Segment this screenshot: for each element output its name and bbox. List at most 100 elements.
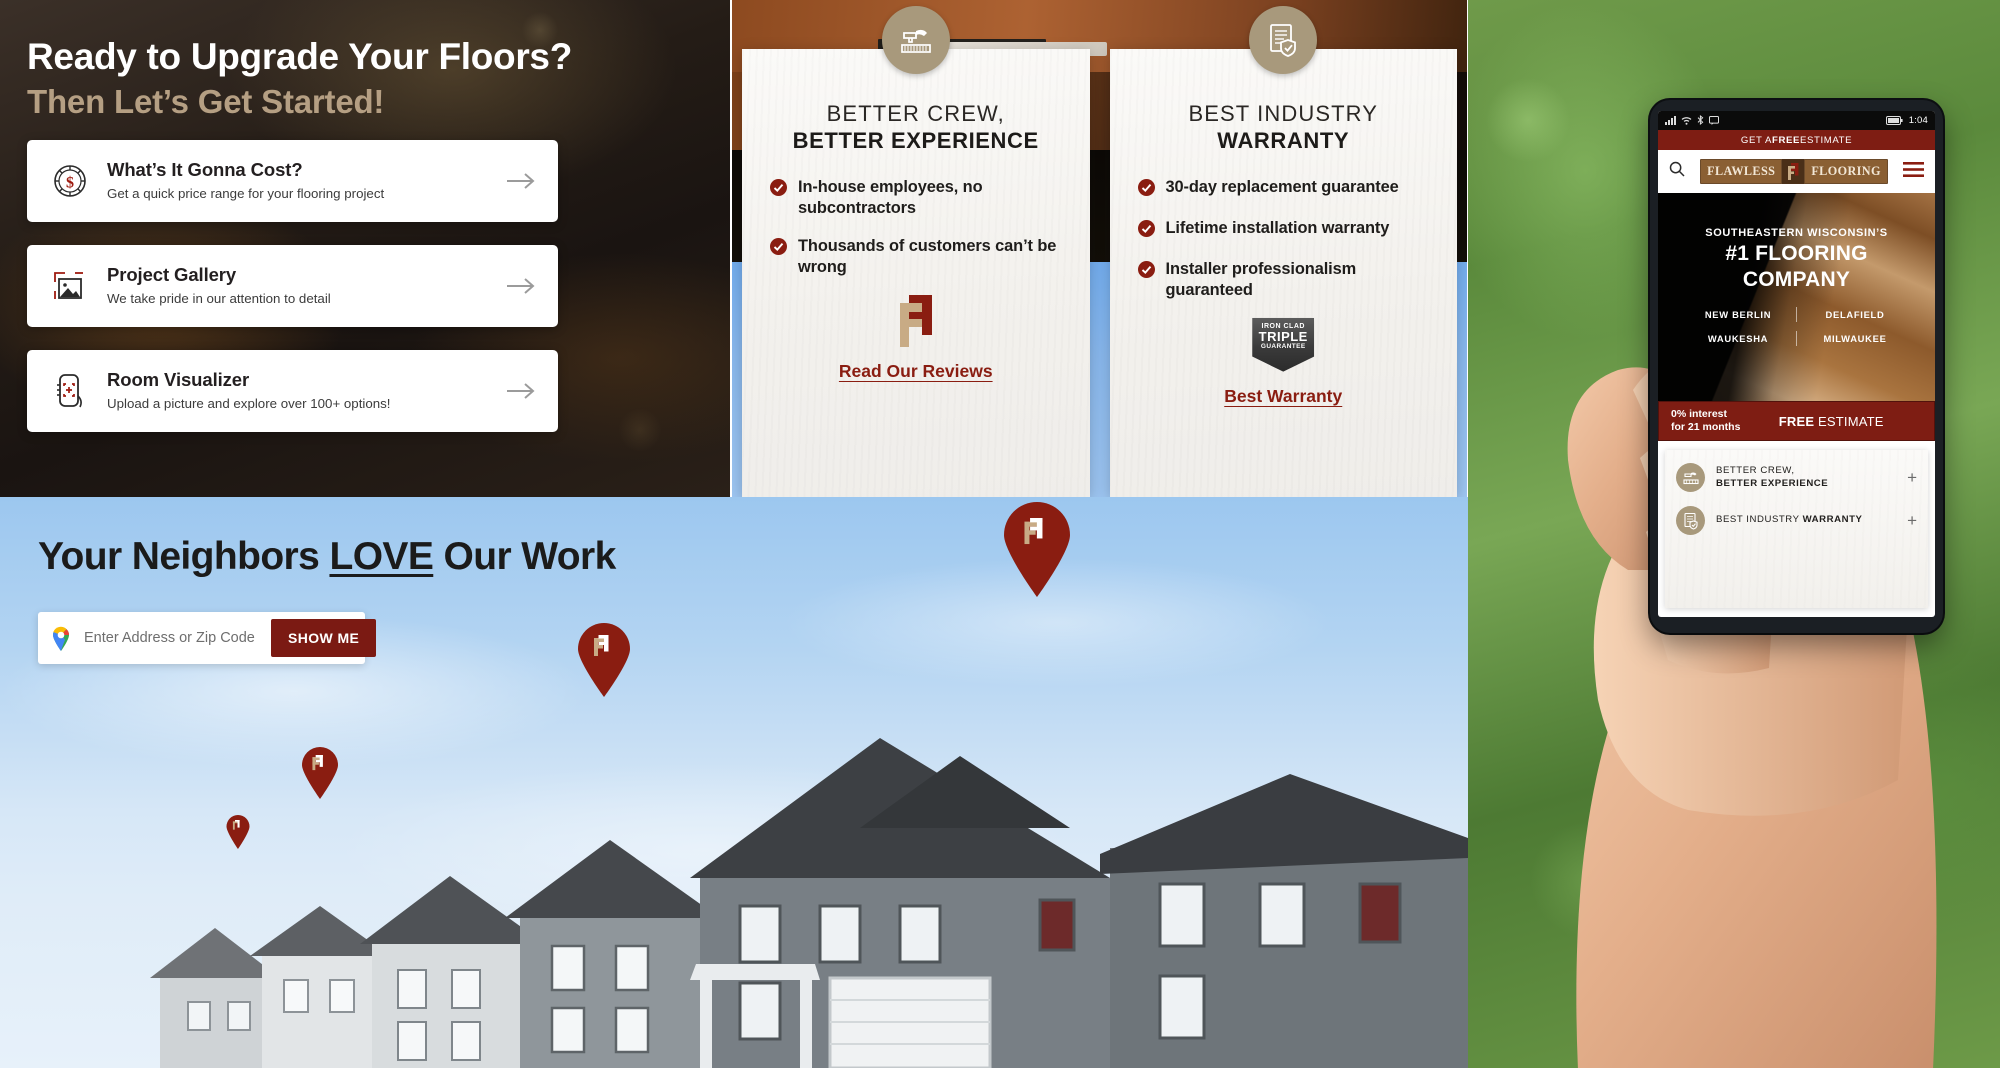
status-bar-right: 1:04 bbox=[1885, 112, 1928, 130]
feature-bullet-text: 30-day replacement guarantee bbox=[1165, 177, 1399, 196]
expand-plus-icon[interactable]: + bbox=[1903, 469, 1917, 486]
map-pin-marker[interactable] bbox=[575, 623, 633, 702]
check-circle-icon bbox=[770, 178, 789, 201]
phone-mockup-panel: 1:04 GET A FREE ESTIMATE FLAWLESS FLOORI… bbox=[1468, 0, 2000, 1068]
feature-heading-bold: BETTER EXPERIENCE bbox=[792, 127, 1039, 153]
accordion-line-1: BEST INDUSTRY bbox=[1716, 514, 1803, 526]
cta-card-gallery[interactable]: Project Gallery We take pride in our att… bbox=[27, 245, 558, 327]
feature-bullet: In-house employees, no subcontractors bbox=[770, 177, 1076, 219]
hero-title-line-2: COMPANY bbox=[1742, 267, 1851, 291]
accordion-line-2: BETTER EXPERIENCE bbox=[1716, 477, 1829, 489]
expand-plus-icon[interactable]: + bbox=[1903, 512, 1917, 529]
accordion-item-better-crew[interactable]: BETTER CREW, BETTER EXPERIENCE + bbox=[1665, 456, 1928, 499]
arrow-right-icon[interactable] bbox=[502, 382, 536, 400]
logo-text-right: FLOORING bbox=[1811, 164, 1881, 178]
wifi-icon bbox=[1681, 112, 1692, 130]
iron-clad-triple-guarantee-badge: IRON CLAD TRIPLE GUARANTEE bbox=[1124, 317, 1444, 372]
badge-line-3: GUARANTEE bbox=[1260, 343, 1306, 351]
title-underlined: LOVE bbox=[329, 535, 434, 578]
cta-card-cost[interactable]: $ What’s It Gonna Cost? Get a quick pric… bbox=[27, 140, 558, 222]
map-pin-marker[interactable] bbox=[300, 747, 340, 804]
hammer-flooring-icon bbox=[881, 6, 950, 74]
flawless-flooring-f-logo bbox=[756, 294, 1076, 347]
financing-promo-bar[interactable]: 0% interest for 21 months FREE ESTIMATE bbox=[1658, 401, 1935, 441]
feature-bullet: Installer professionalism guaranteed bbox=[1137, 259, 1444, 301]
promo-left-text: 0% interest for 21 months bbox=[1671, 408, 1740, 433]
feature-bullet: 30-day replacement guarantee bbox=[1137, 177, 1444, 201]
feature-bullet-list: In-house employees, no subcontractors Th… bbox=[756, 177, 1076, 278]
city-label: DELAFIELD bbox=[1825, 309, 1885, 321]
phone-hero-section: SOUTHEASTERN WISCONSIN’S #1 FLOORING COM… bbox=[1658, 193, 1935, 401]
accordion-label: BETTER CREW, BETTER EXPERIENCE bbox=[1705, 465, 1903, 490]
feature-heading-bold: WARRANTY bbox=[1217, 127, 1350, 153]
search-input[interactable] bbox=[74, 630, 271, 646]
cta-title: What’s It Gonna Cost? bbox=[107, 159, 303, 181]
cta-subtitle: We take pride in our attention to detail bbox=[107, 291, 331, 307]
certificate-shield-icon bbox=[1249, 6, 1318, 74]
feature-bullet-text: Thousands of customers can’t be wrong bbox=[798, 236, 1057, 276]
title-after: Our Work bbox=[433, 535, 617, 578]
phone-device: 1:04 GET A FREE ESTIMATE FLAWLESS FLOORI… bbox=[1650, 100, 1943, 633]
accordion-label: BEST INDUSTRY WARRANTY bbox=[1705, 514, 1903, 527]
service-cities-list: NEW BERLIN DELAFIELD WAUKESHA MILWAUKEE bbox=[1658, 307, 1935, 347]
free-estimate-prefix: GET A bbox=[1740, 134, 1773, 146]
phone-accordion: BETTER CREW, BETTER EXPERIENCE + BEST IN… bbox=[1665, 450, 1928, 608]
feature-card-better-crew: BETTER CREW, BETTER EXPERIENCE In-house … bbox=[742, 6, 1090, 497]
battery-icon bbox=[1885, 112, 1903, 130]
promo-line-2: for 21 months bbox=[1671, 421, 1741, 433]
read-our-reviews-link[interactable]: Read Our Reviews bbox=[839, 361, 993, 382]
ff-monogram-icon bbox=[1781, 159, 1806, 184]
arrow-right-icon[interactable] bbox=[502, 172, 536, 190]
status-bar-time: 1:04 bbox=[1908, 115, 1928, 126]
check-circle-icon bbox=[1137, 219, 1157, 242]
message-icon bbox=[1709, 112, 1719, 130]
upgrade-floors-panel: Ready to Upgrade Your Floors? Then Let’s… bbox=[0, 0, 730, 497]
hero-title-line-1: #1 FLOORING bbox=[1725, 242, 1868, 266]
headline-line-2: Then Let’s Get Started! bbox=[27, 83, 385, 121]
map-pin-marker[interactable] bbox=[225, 815, 251, 854]
cta-card-list: $ What’s It Gonna Cost? Get a quick pric… bbox=[27, 140, 558, 455]
cta-card-visualizer[interactable]: Room Visualizer Upload a picture and exp… bbox=[27, 350, 558, 432]
feature-heading-light: BETTER CREW, bbox=[826, 101, 1005, 126]
status-bar: 1:04 bbox=[1658, 111, 1935, 130]
badge-line-2: TRIPLE bbox=[1258, 328, 1308, 344]
show-me-button[interactable]: SHOW ME bbox=[271, 619, 377, 657]
signal-icon bbox=[1665, 112, 1676, 130]
status-bar-left-icons bbox=[1665, 112, 1719, 130]
map-pin-marker[interactable] bbox=[1000, 502, 1074, 602]
title-before: Your Neighbors bbox=[38, 535, 330, 578]
cta-text-block: Room Visualizer Upload a picture and exp… bbox=[93, 369, 502, 413]
hero-subtitle: SOUTHEASTERN WISCONSIN’S bbox=[1705, 227, 1888, 239]
check-circle-icon bbox=[1137, 260, 1157, 283]
search-icon[interactable] bbox=[1669, 161, 1685, 182]
feature-bullet-list: 30-day replacement guarantee Lifetime in… bbox=[1124, 177, 1444, 301]
city-label: MILWAUKEE bbox=[1823, 333, 1887, 345]
google-maps-pin-icon bbox=[50, 625, 74, 651]
accordion-item-best-warranty[interactable]: BEST INDUSTRY WARRANTY + bbox=[1665, 499, 1928, 542]
feature-card-row: BETTER CREW, BETTER EXPERIENCE In-house … bbox=[732, 0, 1467, 497]
free-estimate-suffix: ESTIMATE bbox=[1800, 134, 1853, 146]
city-label: NEW BERLIN bbox=[1704, 309, 1772, 321]
flawless-flooring-logo[interactable]: FLAWLESS FLOORING bbox=[1700, 159, 1888, 184]
get-free-estimate-bar[interactable]: GET A FREE ESTIMATE bbox=[1658, 130, 1935, 150]
feature-bullet-text: Lifetime installation warranty bbox=[1165, 218, 1390, 237]
accordion-line-1: BETTER CREW, bbox=[1716, 464, 1795, 476]
city-row: WAUKESHA MILWAUKEE bbox=[1680, 331, 1913, 347]
promo-line-1: 0% interest bbox=[1671, 408, 1728, 421]
free-estimate-emphasis: FREE bbox=[1772, 134, 1801, 146]
city-row: NEW BERLIN DELAFIELD bbox=[1680, 307, 1913, 323]
page-title: Your Neighbors LOVE Our Work bbox=[38, 535, 616, 579]
free-estimate-button[interactable]: FREE ESTIMATE bbox=[1740, 414, 1922, 429]
left-headline-group: Ready to Upgrade Your Floors? Then Let’s… bbox=[27, 34, 572, 122]
check-circle-icon bbox=[1137, 178, 1157, 201]
arrow-right-icon[interactable] bbox=[502, 277, 536, 295]
cta-title: Room Visualizer bbox=[107, 369, 250, 391]
bluetooth-icon bbox=[1697, 112, 1704, 130]
promo-right-rest: ESTIMATE bbox=[1814, 413, 1884, 429]
neighbors-map-panel: Your Neighbors LOVE Our Work SHOW ME bbox=[0, 497, 1468, 1068]
feature-bullet-text: Installer professionalism guaranteed bbox=[1165, 259, 1357, 299]
hamburger-menu-icon[interactable] bbox=[1902, 161, 1924, 182]
cta-subtitle: Upload a picture and explore over 100+ o… bbox=[107, 396, 391, 412]
city-label: WAUKESHA bbox=[1707, 333, 1769, 345]
best-warranty-link[interactable]: Best Warranty bbox=[1224, 386, 1342, 407]
